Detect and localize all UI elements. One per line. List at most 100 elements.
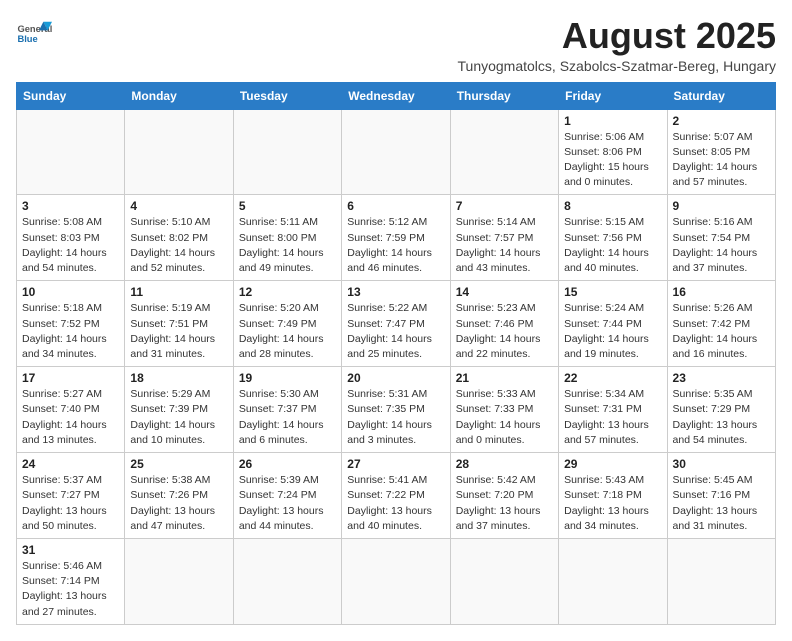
day-info: Sunrise: 5:23 AM Sunset: 7:46 PM Dayligh… [456,301,553,362]
calendar-cell: 15Sunrise: 5:24 AM Sunset: 7:44 PM Dayli… [559,281,667,367]
calendar-week-row: 1 Sunrise: 5:06 AM Sunset: 8:06 PM Daylig… [17,109,776,195]
calendar-cell: 10Sunrise: 5:18 AM Sunset: 7:52 PM Dayli… [17,281,125,367]
calendar-cell: 4Sunrise: 5:10 AM Sunset: 8:02 PM Daylig… [125,195,233,281]
calendar-cell: 2 Sunrise: 5:07 AM Sunset: 8:05 PM Daylig… [667,109,775,195]
calendar-cell [342,109,450,195]
calendar-cell [450,109,558,195]
day-number: 21 [456,371,553,385]
calendar-subtitle: Tunyogmatolcs, Szabolcs-Szatmar-Bereg, H… [458,58,777,74]
weekday-header: Friday [559,82,667,109]
calendar-cell: 1 Sunrise: 5:06 AM Sunset: 8:06 PM Daylig… [559,109,667,195]
day-number: 7 [456,199,553,213]
calendar-week-row: 10Sunrise: 5:18 AM Sunset: 7:52 PM Dayli… [17,281,776,367]
day-info: Sunrise: 5:38 AM Sunset: 7:26 PM Dayligh… [130,473,227,534]
day-info: Sunrise: 5:14 AM Sunset: 7:57 PM Dayligh… [456,215,553,276]
day-info: Sunrise: 5:22 AM Sunset: 7:47 PM Dayligh… [347,301,444,362]
calendar-cell [125,538,233,624]
day-number: 29 [564,457,661,471]
day-number: 28 [456,457,553,471]
calendar-header: SundayMondayTuesdayWednesdayThursdayFrid… [17,82,776,109]
calendar-cell: 16 Sunrise: 5:26 AM Sunset: 7:42 PM Dayli… [667,281,775,367]
day-info: Sunrise: 5:31 AM Sunset: 7:35 PM Dayligh… [347,387,444,448]
calendar-cell [342,538,450,624]
weekday-header: Thursday [450,82,558,109]
day-number: 5 [239,199,336,213]
day-info: Sunrise: 5:46 AM Sunset: 7:14 PM Dayligh… [22,559,119,620]
day-number: 24 [22,457,119,471]
calendar-week-row: 24 Sunrise: 5:37 AM Sunset: 7:27 PM Dayli… [17,453,776,539]
calendar-cell [17,109,125,195]
day-info: Sunrise: 5:30 AM Sunset: 7:37 PM Dayligh… [239,387,336,448]
day-info: Sunrise: 5:41 AM Sunset: 7:22 PM Dayligh… [347,473,444,534]
calendar-cell: 5Sunrise: 5:11 AM Sunset: 8:00 PM Daylig… [233,195,341,281]
day-info: Sunrise: 5:39 AM Sunset: 7:24 PM Dayligh… [239,473,336,534]
calendar-title: August 2025 [458,16,777,56]
logo: General Blue [16,16,52,52]
day-info: Sunrise: 5:16 AM Sunset: 7:54 PM Dayligh… [673,215,770,276]
calendar-cell: 14 Sunrise: 5:23 AM Sunset: 7:46 PM Dayli… [450,281,558,367]
calendar-cell: 8Sunrise: 5:15 AM Sunset: 7:56 PM Daylig… [559,195,667,281]
day-info: Sunrise: 5:06 AM Sunset: 8:06 PM Dayligh… [564,130,661,191]
day-info: Sunrise: 5:45 AM Sunset: 7:16 PM Dayligh… [673,473,770,534]
day-number: 6 [347,199,444,213]
day-info: Sunrise: 5:35 AM Sunset: 7:29 PM Dayligh… [673,387,770,448]
day-number: 13 [347,285,444,299]
day-number: 30 [673,457,770,471]
weekday-header: Tuesday [233,82,341,109]
day-info: Sunrise: 5:20 AM Sunset: 7:49 PM Dayligh… [239,301,336,362]
page-header: General Blue August 2025 Tunyogmatolcs, … [16,16,776,74]
calendar-cell: 13 Sunrise: 5:22 AM Sunset: 7:47 PM Dayli… [342,281,450,367]
calendar-cell: 21 Sunrise: 5:33 AM Sunset: 7:33 PM Dayli… [450,367,558,453]
calendar-cell: 31 Sunrise: 5:46 AM Sunset: 7:14 PM Dayli… [17,538,125,624]
weekday-header: Wednesday [342,82,450,109]
day-number: 22 [564,371,661,385]
day-info: Sunrise: 5:15 AM Sunset: 7:56 PM Dayligh… [564,215,661,276]
calendar-week-row: 31 Sunrise: 5:46 AM Sunset: 7:14 PM Dayli… [17,538,776,624]
day-number: 1 [564,114,661,128]
day-number: 12 [239,285,336,299]
day-info: Sunrise: 5:37 AM Sunset: 7:27 PM Dayligh… [22,473,119,534]
day-info: Sunrise: 5:10 AM Sunset: 8:02 PM Dayligh… [130,215,227,276]
day-number: 20 [347,371,444,385]
svg-text:Blue: Blue [17,34,37,44]
weekday-header: Saturday [667,82,775,109]
weekday-header: Monday [125,82,233,109]
day-number: 26 [239,457,336,471]
day-number: 17 [22,371,119,385]
weekday-header: Sunday [17,82,125,109]
day-info: Sunrise: 5:24 AM Sunset: 7:44 PM Dayligh… [564,301,661,362]
calendar-cell: 18Sunrise: 5:29 AM Sunset: 7:39 PM Dayli… [125,367,233,453]
day-number: 11 [130,285,227,299]
day-number: 23 [673,371,770,385]
calendar-cell: 28 Sunrise: 5:42 AM Sunset: 7:20 PM Dayli… [450,453,558,539]
day-number: 2 [673,114,770,128]
calendar-cell: 9Sunrise: 5:16 AM Sunset: 7:54 PM Daylig… [667,195,775,281]
calendar-table: SundayMondayTuesdayWednesdayThursdayFrid… [16,82,776,625]
calendar-cell [125,109,233,195]
calendar-cell: 27Sunrise: 5:41 AM Sunset: 7:22 PM Dayli… [342,453,450,539]
day-number: 16 [673,285,770,299]
calendar-cell [233,538,341,624]
day-info: Sunrise: 5:12 AM Sunset: 7:59 PM Dayligh… [347,215,444,276]
calendar-cell: 26 Sunrise: 5:39 AM Sunset: 7:24 PM Dayli… [233,453,341,539]
day-info: Sunrise: 5:29 AM Sunset: 7:39 PM Dayligh… [130,387,227,448]
calendar-week-row: 17 Sunrise: 5:27 AM Sunset: 7:40 PM Dayli… [17,367,776,453]
day-number: 14 [456,285,553,299]
day-info: Sunrise: 5:19 AM Sunset: 7:51 PM Dayligh… [130,301,227,362]
calendar-cell: 19 Sunrise: 5:30 AM Sunset: 7:37 PM Dayli… [233,367,341,453]
calendar-cell: 24 Sunrise: 5:37 AM Sunset: 7:27 PM Dayli… [17,453,125,539]
calendar-cell: 30 Sunrise: 5:45 AM Sunset: 7:16 PM Dayli… [667,453,775,539]
calendar-cell: 22Sunrise: 5:34 AM Sunset: 7:31 PM Dayli… [559,367,667,453]
calendar-body: 1 Sunrise: 5:06 AM Sunset: 8:06 PM Daylig… [17,109,776,624]
day-number: 19 [239,371,336,385]
day-info: Sunrise: 5:42 AM Sunset: 7:20 PM Dayligh… [456,473,553,534]
day-info: Sunrise: 5:33 AM Sunset: 7:33 PM Dayligh… [456,387,553,448]
day-info: Sunrise: 5:27 AM Sunset: 7:40 PM Dayligh… [22,387,119,448]
calendar-cell [233,109,341,195]
calendar-cell [559,538,667,624]
calendar-cell: 11 Sunrise: 5:19 AM Sunset: 7:51 PM Dayli… [125,281,233,367]
day-number: 31 [22,543,119,557]
calendar-cell: 7 Sunrise: 5:14 AM Sunset: 7:57 PM Daylig… [450,195,558,281]
day-info: Sunrise: 5:26 AM Sunset: 7:42 PM Dayligh… [673,301,770,362]
day-info: Sunrise: 5:07 AM Sunset: 8:05 PM Dayligh… [673,130,770,191]
